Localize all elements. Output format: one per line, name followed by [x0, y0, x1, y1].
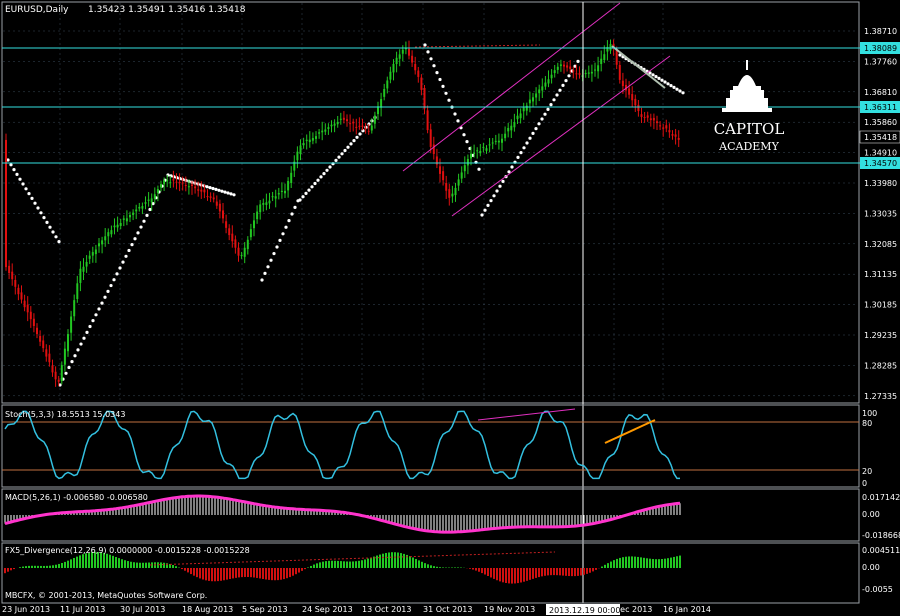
price-tick-label: 1.38710 [864, 27, 897, 36]
header: EURUSD,Daily 1.35423 1.35491 1.35416 1.3… [5, 5, 246, 15]
stoch-level-100: 100 [862, 409, 877, 418]
crosshair-date-tag: 2013.12.19 00:00 [546, 604, 620, 615]
fx5-level-zero: 0.00 [862, 563, 880, 572]
svg-text:1.34570: 1.34570 [864, 159, 897, 168]
ohlc-values: 1.35423 1.35491 1.35416 1.35418 [88, 5, 246, 15]
stoch-level-20: 20 [862, 467, 872, 476]
price-tag-current: 1.35418 [859, 130, 900, 144]
price-tick-label: 1.37760 [864, 57, 897, 66]
date-tick-label: 30 Jul 2013 [120, 605, 165, 614]
stoch-line [4, 410, 680, 480]
price-tick-label: 1.31135 [864, 270, 897, 279]
price-tick-label: 1.30185 [864, 301, 897, 310]
price-tick-label: 1.27335 [864, 392, 897, 401]
date-tick-label: 24 Sep 2013 [302, 605, 353, 614]
macd-level-bottom: -0.018668 [862, 531, 900, 540]
stoch-divergence-1 [477, 408, 576, 421]
date-tick-label: 16 Jan 2014 [663, 605, 711, 614]
price-tick-label: 1.32085 [864, 240, 897, 249]
copyright-text: MBCFX, © 2001-2013, MetaQuotes Software … [5, 591, 207, 600]
fx5-label: FX5_Divergence(12,26,9) 0.0000000 -0.001… [5, 546, 250, 555]
logo-line2: ACADEMY [718, 140, 779, 153]
date-tick-label: 19 Nov 2013 [484, 605, 535, 614]
fx5-level-bottom: -0.0055 [862, 585, 893, 594]
stoch-divergence-2 [604, 419, 656, 444]
price-tick-label: 1.34910 [864, 149, 897, 158]
capitol-dome-icon [722, 60, 772, 112]
price-tick-label: 1.28285 [864, 361, 897, 370]
price-tick-label: 1.33980 [864, 179, 897, 188]
date-axis[interactable]: 23 Jun 2013 11 Jul 2013 30 Jul 2013 18 Aug … [2, 604, 711, 615]
macd-panel[interactable]: MACD(5,26,1) -0.006580 -0.006580 [1, 488, 860, 542]
svg-text:2013.12.19 00:00: 2013.12.19 00:00 [549, 606, 620, 615]
grid-main [3, 3, 858, 402]
price-tag-1: 1.38089 [860, 42, 900, 54]
macd-level-top: 0.017142 [862, 493, 900, 502]
stoch-level-0: 0 [862, 479, 867, 488]
logo-line1: CAPITOL [714, 120, 785, 138]
stoch-panel[interactable]: Stoch(5,3,3) 18.5513 15.0343 [1, 404, 860, 488]
price-tag-2: 1.36311 [860, 101, 900, 113]
date-tick-label: 11 Jul 2013 [60, 605, 105, 614]
price-tick-label: 1.36810 [864, 88, 897, 97]
date-tick-label: 18 Aug 2013 [182, 605, 233, 614]
svg-text:1.36311: 1.36311 [864, 103, 897, 112]
date-tick-label: 23 Jun 2013 [2, 605, 50, 614]
price-tag-3: 1.34570 [860, 157, 900, 169]
date-tick-label: 5 Sep 2013 [242, 605, 288, 614]
svg-text:1.35418: 1.35418 [864, 133, 897, 142]
fx5-panel[interactable]: FX5_Divergence(12,26,9) 0.0000000 -0.001… [1, 542, 860, 604]
price-tick-label: 1.29235 [864, 331, 897, 340]
fx5-histogram [4, 551, 681, 584]
macd-label: MACD(5,26,1) -0.006580 -0.006580 [5, 493, 148, 502]
stoch-label: Stoch(5,3,3) 18.5513 15.0343 [5, 410, 125, 419]
price-tick-label: 1.35860 [864, 118, 897, 127]
stoch-level-80: 80 [862, 419, 872, 428]
svg-text:1.38089: 1.38089 [864, 44, 897, 53]
price-tick-labels: 1.38710 1.37760 1.36810 1.35860 1.34910 1.339… [864, 27, 897, 401]
chart-title: EURUSD,Daily [5, 5, 69, 15]
date-tick-label: 13 Oct 2013 [362, 605, 411, 614]
price-axis[interactable]: 1.38710 1.37760 1.36810 1.35860 1.34910 1.339… [859, 27, 900, 594]
price-tick-label: 1.33035 [864, 209, 897, 218]
date-tick-label: 31 Oct 2013 [423, 605, 472, 614]
fx5-level-top: 0.004511 [862, 546, 900, 555]
trading-chart[interactable]: EURUSD,Daily 1.35423 1.35491 1.35416 1.3… [0, 0, 900, 616]
candles [5, 39, 680, 387]
macd-level-zero: 0.00 [862, 510, 880, 519]
